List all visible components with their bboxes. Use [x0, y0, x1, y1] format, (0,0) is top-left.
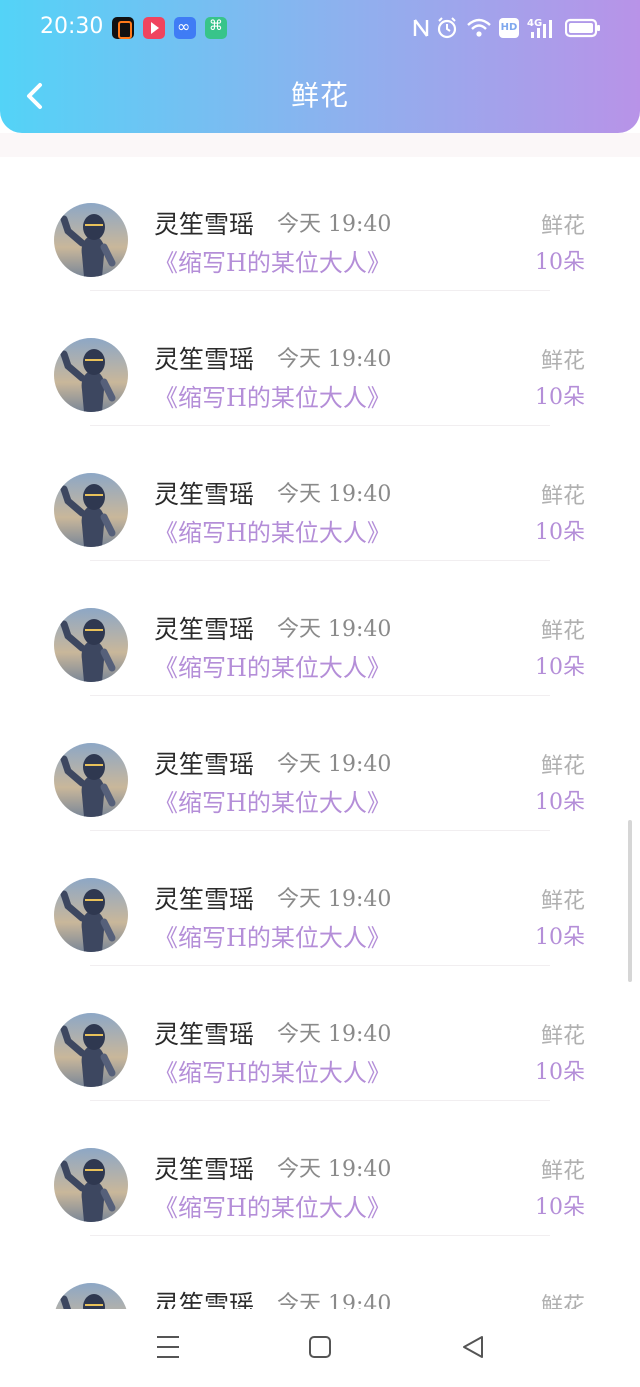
user-name: 灵笙雪瑶: [154, 1155, 255, 1184]
book-title-link[interactable]: 《缩写H的某位大人》: [154, 648, 391, 683]
page-title: 鲜花: [290, 79, 349, 112]
post-time: 今天 19:40: [277, 1022, 392, 1047]
user-name: 灵笙雪瑶: [154, 615, 255, 644]
post-time: 今天 19:40: [277, 347, 392, 372]
post-time: 今天 19:40: [277, 752, 392, 777]
post-time: 今天 19:40: [277, 1292, 392, 1309]
menu-icon[interactable]: [155, 1331, 181, 1363]
post-time: 今天 19:40: [277, 212, 392, 237]
list-top-divider: [0, 133, 640, 157]
gift-name: 鲜花: [540, 1294, 585, 1309]
red-play-app-icon: [143, 17, 165, 39]
app-header: 20:30 HD 4G: [0, 0, 640, 133]
robot-avatar-image: [54, 338, 128, 412]
book-title-link[interactable]: 《缩写H的某位大人》: [154, 783, 391, 818]
orange-square-app-icon: [112, 17, 134, 39]
gift-count: 10朵: [535, 1195, 585, 1220]
post-time: 今天 19:40: [277, 617, 392, 642]
gift-name: 鲜花: [540, 1159, 585, 1184]
system-nav-bar: [0, 1309, 640, 1387]
list-item[interactable]: 灵笙雪瑶 今天 19:40 《缩写H的某位大人》 鲜花 10朵: [0, 426, 640, 561]
avatar[interactable]: [54, 608, 128, 682]
gift-name: 鲜花: [540, 349, 585, 374]
robot-avatar-image: [54, 1283, 128, 1309]
list-item[interactable]: 灵笙雪瑶 今天 19:40 《缩写H的某位大人》 鲜花 10朵: [0, 291, 640, 426]
gift-count: 10朵: [535, 250, 585, 275]
robot-avatar-image: [54, 608, 128, 682]
avatar[interactable]: [54, 878, 128, 952]
gift-name: 鲜花: [540, 214, 585, 239]
user-name: 灵笙雪瑶: [154, 1020, 255, 1049]
book-title-link[interactable]: 《缩写H的某位大人》: [154, 378, 391, 413]
post-time: 今天 19:40: [277, 887, 392, 912]
alarm-icon: [437, 17, 457, 39]
list-item[interactable]: 灵笙雪瑶 今天 19:40 《缩写H的某位大人》 鲜花 10朵: [0, 966, 640, 1101]
avatar[interactable]: [54, 473, 128, 547]
robot-avatar-image: [54, 743, 128, 817]
network-type-label: 4G: [527, 18, 542, 29]
gift-name: 鲜花: [540, 889, 585, 914]
post-time: 今天 19:40: [277, 482, 392, 507]
nfc-icon: [413, 19, 429, 37]
user-name: 灵笙雪瑶: [154, 480, 255, 509]
gift-count: 10朵: [535, 520, 585, 545]
back-triangle-icon[interactable]: [461, 1331, 485, 1363]
gift-count: 10朵: [535, 655, 585, 680]
avatar[interactable]: [54, 1148, 128, 1222]
avatar[interactable]: [54, 1283, 128, 1309]
list-item[interactable]: 灵笙雪瑶 今天 19:40 《缩写H的某位大人》 鲜花 10朵: [0, 831, 640, 966]
list-item[interactable]: 灵笙雪瑶 今天 19:40 《缩写H的某位大人》 鲜花 10朵: [0, 1101, 640, 1236]
post-time: 今天 19:40: [277, 1157, 392, 1182]
book-title-link[interactable]: 《缩写H的某位大人》: [154, 243, 391, 278]
book-title-link[interactable]: 《缩写H的某位大人》: [154, 918, 391, 953]
status-time: 20:30: [40, 14, 104, 39]
avatar[interactable]: [54, 203, 128, 277]
gift-count: 10朵: [535, 1060, 585, 1085]
user-name: 灵笙雪瑶: [154, 885, 255, 914]
book-title-link[interactable]: 《缩写H的某位大人》: [154, 1188, 391, 1223]
avatar[interactable]: [54, 1013, 128, 1087]
flower-gift-list[interactable]: 灵笙雪瑶 今天 19:40 《缩写H的某位大人》 鲜花 10朵 灵笙雪瑶 今天 19:40 《…: [0, 133, 640, 1309]
home-icon[interactable]: [308, 1331, 332, 1363]
status-bar: 20:30 HD 4G: [0, 0, 640, 56]
book-title-link[interactable]: 《缩写H的某位大人》: [154, 513, 391, 548]
user-name: 灵笙雪瑶: [154, 750, 255, 779]
robot-avatar-image: [54, 878, 128, 952]
signal-4g-icon: 4G: [527, 18, 552, 38]
list-item[interactable]: 灵笙雪瑶 今天 19:40 《缩写H的某位大人》 鲜花 10朵: [0, 696, 640, 831]
user-name: 灵笙雪瑶: [154, 345, 255, 374]
book-title-link[interactable]: 《缩写H的某位大人》: [154, 1053, 391, 1088]
robot-avatar-image: [54, 1148, 128, 1222]
gift-count: 10朵: [535, 385, 585, 410]
user-name: 灵笙雪瑶: [154, 1290, 255, 1309]
avatar[interactable]: [54, 338, 128, 412]
list-item[interactable]: 灵笙雪瑶 今天 19:40 《缩写H的某位大人》 鲜花 10朵: [0, 156, 640, 291]
gift-count: 10朵: [535, 790, 585, 815]
blue-infinity-app-icon: [174, 17, 196, 39]
robot-avatar-image: [54, 473, 128, 547]
gift-name: 鲜花: [540, 619, 585, 644]
list-item[interactable]: 灵笙雪瑶 今天 19:40 鲜花: [0, 1236, 640, 1309]
gift-name: 鲜花: [540, 754, 585, 779]
user-name: 灵笙雪瑶: [154, 210, 255, 239]
battery-icon: [565, 18, 600, 38]
robot-avatar-image: [54, 203, 128, 277]
avatar[interactable]: [54, 743, 128, 817]
gift-name: 鲜花: [540, 484, 585, 509]
wifi-icon: [467, 18, 491, 37]
list-item[interactable]: 灵笙雪瑶 今天 19:40 《缩写H的某位大人》 鲜花 10朵: [0, 561, 640, 696]
scrollbar[interactable]: [628, 820, 632, 982]
gift-count: 10朵: [535, 925, 585, 950]
green-app-icon: [205, 17, 227, 39]
hd-icon: HD: [499, 18, 519, 38]
robot-avatar-image: [54, 1013, 128, 1087]
gift-name: 鲜花: [540, 1024, 585, 1049]
